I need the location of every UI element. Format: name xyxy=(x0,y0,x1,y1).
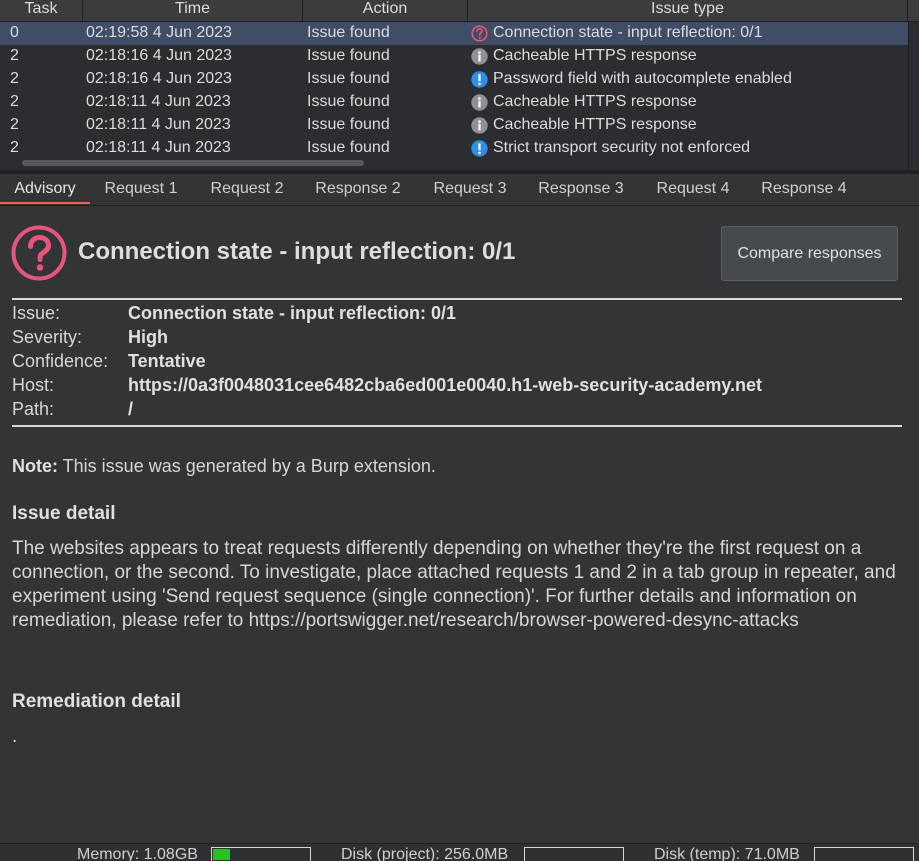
cell-task: 2 xyxy=(10,70,19,87)
tab-advisory[interactable]: Advisory xyxy=(0,174,90,204)
note: Note: This issue was generated by a Burp… xyxy=(12,456,436,477)
remediation-detail-heading: Remediation detail xyxy=(12,691,181,712)
issue-detail-text: The websites appears to treat requests d… xyxy=(12,538,896,631)
horizontal-scrollbar[interactable] xyxy=(22,160,364,166)
cell-task: 0 xyxy=(10,24,19,41)
memory-usage-fill xyxy=(213,849,231,860)
issue-detail-heading: Issue detail xyxy=(12,503,116,524)
table-row[interactable]: 2 02:18:16 4 Jun 2023 Issue found Cacheable… xyxy=(0,45,908,68)
confidence-label: Confidence: xyxy=(12,351,109,371)
column-header-task[interactable]: Task xyxy=(0,0,83,22)
burp-issue-window: Task Time Action Issue type 0 02:19:58 4 … xyxy=(0,0,919,861)
cell-time: 02:18:11 4 Jun 2023 xyxy=(86,139,231,156)
divider-bottom xyxy=(12,425,902,427)
cell-action: Issue found xyxy=(307,70,390,87)
tab-request-4[interactable]: Request 4 xyxy=(643,174,743,204)
cell-time: 02:18:11 4 Jun 2023 xyxy=(86,93,231,110)
compare-responses-button[interactable]: Compare responses xyxy=(721,226,898,281)
disk-temp-label: Disk (temp): 71.0MB xyxy=(654,846,800,861)
column-header-time[interactable]: Time xyxy=(83,0,303,22)
question-icon xyxy=(11,225,67,281)
disk-project-usage-bar xyxy=(524,847,624,861)
table-row[interactable]: 2 02:18:11 4 Jun 2023 Issue found Cacheable… xyxy=(0,91,908,114)
question-icon xyxy=(471,25,488,42)
info-icon xyxy=(471,48,488,65)
host-value: https://0a3f0048031cee6482cba6ed001e0040… xyxy=(128,375,763,395)
column-header-action[interactable]: Action xyxy=(303,0,468,22)
issue-type-label: Cacheable HTTPS response xyxy=(493,47,697,64)
issue-type-label: Cacheable HTTPS response xyxy=(493,116,697,133)
cell-action: Issue found xyxy=(307,24,390,41)
disk-project-label: Disk (project): 256.0MB xyxy=(341,846,509,861)
issue-type-label: Cacheable HTTPS response xyxy=(493,93,697,110)
tab-response-2[interactable]: Response 2 xyxy=(302,174,414,204)
path-label: Path: xyxy=(12,399,55,419)
cell-task: 2 xyxy=(10,139,19,156)
path-value: / xyxy=(128,399,134,419)
cell-action: Issue found xyxy=(307,116,390,133)
cell-time: 02:18:11 4 Jun 2023 xyxy=(86,116,231,133)
detail-tab-bar: Advisory Request 1 Request 2 Response 2 … xyxy=(0,174,919,206)
severity-label: Severity: xyxy=(12,327,83,347)
tab-request-2[interactable]: Request 2 xyxy=(196,174,298,204)
note-text: This issue was generated by a Burp exten… xyxy=(58,456,436,476)
cell-time: 02:18:16 4 Jun 2023 xyxy=(86,47,232,64)
cell-task: 2 xyxy=(10,47,19,64)
table-row[interactable]: 2 02:18:11 4 Jun 2023 Issue found Cacheable… xyxy=(0,114,908,137)
memory-label: Memory: 1.08GB xyxy=(77,846,198,861)
table-row[interactable]: 0 02:19:58 4 Jun 2023 Issue found Connectio… xyxy=(0,22,908,45)
cell-time: 02:19:58 4 Jun 2023 xyxy=(86,24,232,41)
cell-action: Issue found xyxy=(307,47,390,64)
divider-top xyxy=(12,298,902,300)
info-icon xyxy=(471,117,488,134)
cell-task: 2 xyxy=(10,116,19,133)
issue-label: Issue: xyxy=(12,303,61,323)
issue-type-label: Password field with autocomplete enabled xyxy=(493,70,792,87)
tab-response-4[interactable]: Response 4 xyxy=(748,174,860,204)
table-row[interactable]: 2 02:18:11 4 Jun 2023 Issue found Strict tr… xyxy=(0,137,908,160)
cell-task: 2 xyxy=(10,93,19,110)
issue-type-label: Connection state - input reflection: 0/1 xyxy=(493,24,763,41)
memory-usage-bar xyxy=(211,847,311,861)
disk-temp-usage-bar xyxy=(814,847,914,861)
issue-type-label: Strict transport security not enforced xyxy=(493,139,750,156)
issues-table: Task Time Action Issue type 0 02:19:58 4 … xyxy=(0,0,919,170)
info-icon xyxy=(471,94,488,111)
issue-value: Connection state - input reflection: 0/1 xyxy=(128,303,457,323)
cell-action: Issue found xyxy=(307,93,390,110)
host-label: Host: xyxy=(12,375,55,395)
table-header: Task Time Action Issue type xyxy=(0,0,919,22)
column-header-issue-type[interactable]: Issue type xyxy=(468,0,908,22)
advisory-title: Connection state - input reflection: 0/1 xyxy=(78,238,516,265)
vertical-scrollbar[interactable] xyxy=(908,22,919,170)
tab-request-3[interactable]: Request 3 xyxy=(420,174,520,204)
tab-response-3[interactable]: Response 3 xyxy=(525,174,637,204)
status-bar: Memory: 1.08GB Disk (project): 256.0MB D… xyxy=(0,843,919,861)
severity-value: High xyxy=(128,327,168,347)
tab-request-1[interactable]: Request 1 xyxy=(90,174,192,204)
remediation-detail-text: . xyxy=(12,726,18,747)
table-row[interactable]: 2 02:18:16 4 Jun 2023 Issue found Password … xyxy=(0,68,908,91)
exclamation-icon xyxy=(471,140,488,157)
exclamation-icon xyxy=(471,71,488,88)
confidence-value: Tentative xyxy=(128,351,206,371)
note-label: Note: xyxy=(12,456,58,476)
cell-time: 02:18:16 4 Jun 2023 xyxy=(86,70,232,87)
cell-action: Issue found xyxy=(307,139,390,156)
